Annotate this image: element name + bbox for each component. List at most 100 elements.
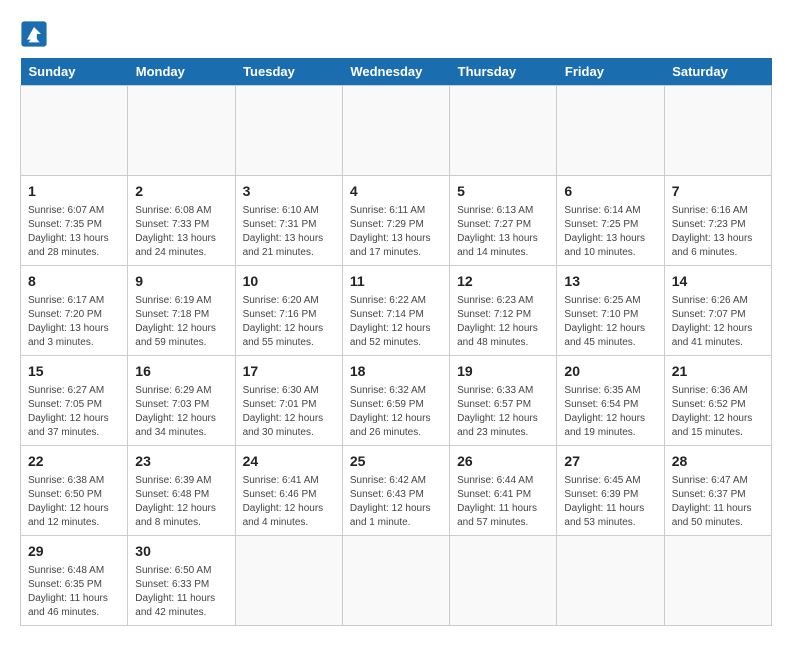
dow-friday: Friday bbox=[557, 58, 664, 86]
day-number: 9 bbox=[135, 271, 227, 292]
calendar-cell: 27Sunrise: 6:45 AM Sunset: 6:39 PM Dayli… bbox=[557, 446, 664, 536]
calendar-cell: 26Sunrise: 6:44 AM Sunset: 6:41 PM Dayli… bbox=[450, 446, 557, 536]
calendar-cell bbox=[664, 536, 771, 626]
calendar-cell bbox=[342, 536, 449, 626]
calendar-cell: 16Sunrise: 6:29 AM Sunset: 7:03 PM Dayli… bbox=[128, 356, 235, 446]
day-detail: Sunrise: 6:32 AM Sunset: 6:59 PM Dayligh… bbox=[350, 384, 442, 440]
calendar-cell: 18Sunrise: 6:32 AM Sunset: 6:59 PM Dayli… bbox=[342, 356, 449, 446]
day-detail: Sunrise: 6:20 AM Sunset: 7:16 PM Dayligh… bbox=[243, 294, 335, 350]
week-row-3: 15Sunrise: 6:27 AM Sunset: 7:05 PM Dayli… bbox=[21, 356, 772, 446]
day-number: 26 bbox=[457, 451, 549, 472]
calendar-cell: 4Sunrise: 6:11 AM Sunset: 7:29 PM Daylig… bbox=[342, 176, 449, 266]
calendar-cell bbox=[342, 86, 449, 176]
day-number: 16 bbox=[135, 361, 227, 382]
day-number: 20 bbox=[564, 361, 656, 382]
day-number: 13 bbox=[564, 271, 656, 292]
day-number: 19 bbox=[457, 361, 549, 382]
day-number: 8 bbox=[28, 271, 120, 292]
day-number: 29 bbox=[28, 541, 120, 562]
calendar-cell bbox=[235, 536, 342, 626]
calendar-cell: 9Sunrise: 6:19 AM Sunset: 7:18 PM Daylig… bbox=[128, 266, 235, 356]
calendar-cell: 8Sunrise: 6:17 AM Sunset: 7:20 PM Daylig… bbox=[21, 266, 128, 356]
day-detail: Sunrise: 6:23 AM Sunset: 7:12 PM Dayligh… bbox=[457, 294, 549, 350]
calendar-cell: 17Sunrise: 6:30 AM Sunset: 7:01 PM Dayli… bbox=[235, 356, 342, 446]
day-number: 22 bbox=[28, 451, 120, 472]
day-number: 5 bbox=[457, 181, 549, 202]
day-number: 2 bbox=[135, 181, 227, 202]
dow-saturday: Saturday bbox=[664, 58, 771, 86]
day-detail: Sunrise: 6:14 AM Sunset: 7:25 PM Dayligh… bbox=[564, 204, 656, 260]
week-row-4: 22Sunrise: 6:38 AM Sunset: 6:50 PM Dayli… bbox=[21, 446, 772, 536]
calendar-cell bbox=[21, 86, 128, 176]
day-number: 10 bbox=[243, 271, 335, 292]
day-detail: Sunrise: 6:47 AM Sunset: 6:37 PM Dayligh… bbox=[672, 474, 764, 530]
day-detail: Sunrise: 6:08 AM Sunset: 7:33 PM Dayligh… bbox=[135, 204, 227, 260]
dow-monday: Monday bbox=[128, 58, 235, 86]
days-of-week-row: SundayMondayTuesdayWednesdayThursdayFrid… bbox=[21, 58, 772, 86]
calendar-cell: 6Sunrise: 6:14 AM Sunset: 7:25 PM Daylig… bbox=[557, 176, 664, 266]
week-row-2: 8Sunrise: 6:17 AM Sunset: 7:20 PM Daylig… bbox=[21, 266, 772, 356]
day-detail: Sunrise: 6:13 AM Sunset: 7:27 PM Dayligh… bbox=[457, 204, 549, 260]
calendar-cell: 14Sunrise: 6:26 AM Sunset: 7:07 PM Dayli… bbox=[664, 266, 771, 356]
dow-sunday: Sunday bbox=[21, 58, 128, 86]
calendar-cell: 11Sunrise: 6:22 AM Sunset: 7:14 PM Dayli… bbox=[342, 266, 449, 356]
calendar-cell: 3Sunrise: 6:10 AM Sunset: 7:31 PM Daylig… bbox=[235, 176, 342, 266]
day-detail: Sunrise: 6:45 AM Sunset: 6:39 PM Dayligh… bbox=[564, 474, 656, 530]
day-number: 18 bbox=[350, 361, 442, 382]
day-detail: Sunrise: 6:35 AM Sunset: 6:54 PM Dayligh… bbox=[564, 384, 656, 440]
day-number: 25 bbox=[350, 451, 442, 472]
day-detail: Sunrise: 6:26 AM Sunset: 7:07 PM Dayligh… bbox=[672, 294, 764, 350]
day-detail: Sunrise: 6:41 AM Sunset: 6:46 PM Dayligh… bbox=[243, 474, 335, 530]
calendar-cell: 2Sunrise: 6:08 AM Sunset: 7:33 PM Daylig… bbox=[128, 176, 235, 266]
calendar-cell: 20Sunrise: 6:35 AM Sunset: 6:54 PM Dayli… bbox=[557, 356, 664, 446]
day-detail: Sunrise: 6:25 AM Sunset: 7:10 PM Dayligh… bbox=[564, 294, 656, 350]
calendar-cell: 22Sunrise: 6:38 AM Sunset: 6:50 PM Dayli… bbox=[21, 446, 128, 536]
day-number: 3 bbox=[243, 181, 335, 202]
day-detail: Sunrise: 6:10 AM Sunset: 7:31 PM Dayligh… bbox=[243, 204, 335, 260]
day-number: 15 bbox=[28, 361, 120, 382]
week-row-0 bbox=[21, 86, 772, 176]
day-detail: Sunrise: 6:38 AM Sunset: 6:50 PM Dayligh… bbox=[28, 474, 120, 530]
calendar-cell: 21Sunrise: 6:36 AM Sunset: 6:52 PM Dayli… bbox=[664, 356, 771, 446]
calendar-cell: 24Sunrise: 6:41 AM Sunset: 6:46 PM Dayli… bbox=[235, 446, 342, 536]
calendar-cell bbox=[664, 86, 771, 176]
day-detail: Sunrise: 6:17 AM Sunset: 7:20 PM Dayligh… bbox=[28, 294, 120, 350]
calendar-cell bbox=[450, 86, 557, 176]
day-number: 7 bbox=[672, 181, 764, 202]
day-detail: Sunrise: 6:19 AM Sunset: 7:18 PM Dayligh… bbox=[135, 294, 227, 350]
calendar-cell: 15Sunrise: 6:27 AM Sunset: 7:05 PM Dayli… bbox=[21, 356, 128, 446]
calendar-cell bbox=[450, 536, 557, 626]
logo-icon bbox=[20, 20, 48, 48]
day-detail: Sunrise: 6:07 AM Sunset: 7:35 PM Dayligh… bbox=[28, 204, 120, 260]
day-detail: Sunrise: 6:29 AM Sunset: 7:03 PM Dayligh… bbox=[135, 384, 227, 440]
day-number: 23 bbox=[135, 451, 227, 472]
dow-thursday: Thursday bbox=[450, 58, 557, 86]
calendar-cell: 12Sunrise: 6:23 AM Sunset: 7:12 PM Dayli… bbox=[450, 266, 557, 356]
day-number: 14 bbox=[672, 271, 764, 292]
calendar-cell bbox=[557, 86, 664, 176]
calendar-cell: 28Sunrise: 6:47 AM Sunset: 6:37 PM Dayli… bbox=[664, 446, 771, 536]
calendar-table: SundayMondayTuesdayWednesdayThursdayFrid… bbox=[20, 58, 772, 626]
calendar-cell: 10Sunrise: 6:20 AM Sunset: 7:16 PM Dayli… bbox=[235, 266, 342, 356]
page-header bbox=[20, 20, 772, 48]
calendar-cell bbox=[557, 536, 664, 626]
dow-wednesday: Wednesday bbox=[342, 58, 449, 86]
calendar-cell: 13Sunrise: 6:25 AM Sunset: 7:10 PM Dayli… bbox=[557, 266, 664, 356]
calendar-cell: 19Sunrise: 6:33 AM Sunset: 6:57 PM Dayli… bbox=[450, 356, 557, 446]
logo bbox=[20, 20, 52, 48]
day-detail: Sunrise: 6:33 AM Sunset: 6:57 PM Dayligh… bbox=[457, 384, 549, 440]
day-detail: Sunrise: 6:16 AM Sunset: 7:23 PM Dayligh… bbox=[672, 204, 764, 260]
calendar-cell bbox=[128, 86, 235, 176]
day-detail: Sunrise: 6:44 AM Sunset: 6:41 PM Dayligh… bbox=[457, 474, 549, 530]
calendar-cell: 7Sunrise: 6:16 AM Sunset: 7:23 PM Daylig… bbox=[664, 176, 771, 266]
day-number: 17 bbox=[243, 361, 335, 382]
calendar-cell: 29Sunrise: 6:48 AM Sunset: 6:35 PM Dayli… bbox=[21, 536, 128, 626]
dow-tuesday: Tuesday bbox=[235, 58, 342, 86]
calendar-body: 1Sunrise: 6:07 AM Sunset: 7:35 PM Daylig… bbox=[21, 86, 772, 626]
week-row-1: 1Sunrise: 6:07 AM Sunset: 7:35 PM Daylig… bbox=[21, 176, 772, 266]
calendar-cell: 25Sunrise: 6:42 AM Sunset: 6:43 PM Dayli… bbox=[342, 446, 449, 536]
day-number: 11 bbox=[350, 271, 442, 292]
day-detail: Sunrise: 6:30 AM Sunset: 7:01 PM Dayligh… bbox=[243, 384, 335, 440]
calendar-cell: 30Sunrise: 6:50 AM Sunset: 6:33 PM Dayli… bbox=[128, 536, 235, 626]
day-number: 1 bbox=[28, 181, 120, 202]
